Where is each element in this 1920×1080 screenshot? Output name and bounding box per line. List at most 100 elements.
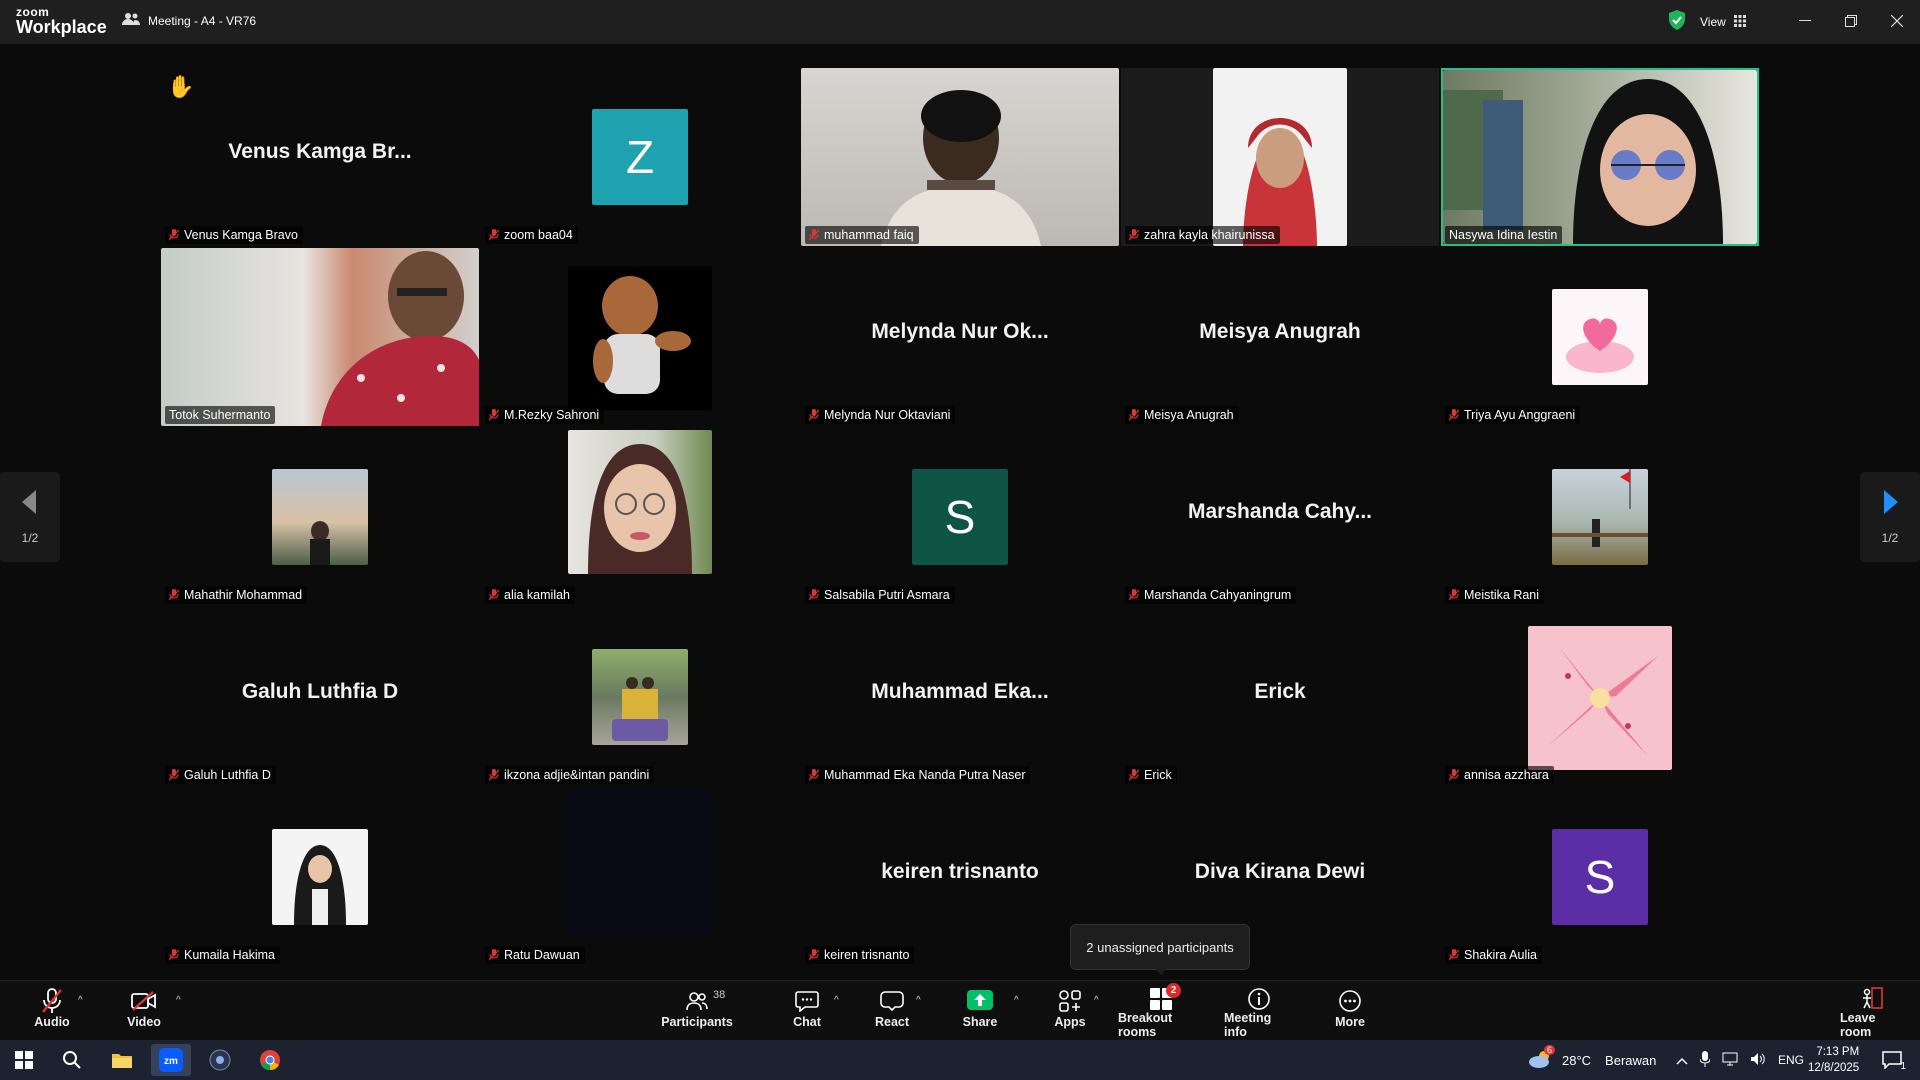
speaker-icon[interactable]	[1750, 1052, 1766, 1069]
minimize-button[interactable]	[1790, 8, 1820, 34]
participant-tile[interactable]: Ratu Dawuan	[481, 788, 799, 966]
name-tag: Triya Ayu Anggraeni	[1445, 406, 1581, 424]
mic-muted-icon	[1128, 409, 1140, 421]
participant-tile[interactable]: Muhammad Eka... Muhammad Eka Nanda Putra…	[801, 608, 1119, 786]
react-button[interactable]: React	[874, 987, 910, 1037]
share-options-caret-icon[interactable]: ^	[1014, 995, 1019, 1006]
security-shield-icon[interactable]	[1668, 10, 1686, 32]
participant-name: muhammad faiq	[824, 228, 914, 242]
participant-display-name: Meisya Anugrah	[1199, 320, 1361, 343]
video-options-caret-icon[interactable]: ^	[176, 995, 181, 1006]
audio-button[interactable]: Audio	[32, 987, 72, 1037]
name-tag: Salsabila Putri Asmara	[805, 586, 955, 604]
participant-tile[interactable]: S Salsabila Putri Asmara	[801, 428, 1119, 606]
video-feed	[1443, 70, 1757, 244]
mic-muted-icon	[1128, 589, 1140, 601]
participant-tile[interactable]: muhammad faiq	[801, 68, 1119, 246]
share-button[interactable]: Share	[962, 987, 998, 1037]
more-button[interactable]: More	[1334, 987, 1366, 1037]
network-icon[interactable]	[1722, 1052, 1738, 1069]
mic-muted-icon	[488, 769, 500, 781]
participant-name: ikzona adjie&intan pandini	[504, 768, 650, 782]
participant-name: zoom baa04	[504, 228, 573, 242]
name-tag: M.Rezky Sahroni	[485, 406, 605, 424]
meeting-info-button[interactable]: Meeting info	[1224, 987, 1294, 1039]
participant-tile[interactable]: ✋ Venus Kamga Br... Venus Kamga Bravo	[161, 68, 479, 246]
participant-tile[interactable]: alia kamilah	[481, 428, 799, 606]
maximize-button[interactable]	[1836, 8, 1866, 34]
mic-muted-icon	[1448, 409, 1460, 421]
participant-tile[interactable]: Meisya Anugrah Meisya Anugrah	[1121, 248, 1439, 426]
name-tag: Erick	[1125, 766, 1177, 784]
participant-tile[interactable]: ikzona adjie&intan pandini	[481, 608, 799, 786]
apps-button[interactable]: Apps	[1054, 987, 1086, 1037]
profile-picture	[1528, 626, 1672, 770]
participant-tile[interactable]: Mahathir Mohammad	[161, 428, 479, 606]
profile-picture	[592, 649, 688, 745]
participant-tile[interactable]: Melynda Nur Ok... Melynda Nur Oktaviani	[801, 248, 1119, 426]
active-speaker-tile[interactable]: Nasywa Idina Iestin	[1441, 68, 1759, 246]
title-bar: zoom Workplace Meeting - A4 - VR76 View	[0, 0, 1920, 44]
name-tag: zoom baa04	[485, 226, 578, 244]
mic-muted-icon	[488, 949, 500, 961]
view-button[interactable]: View	[1700, 10, 1746, 34]
participants-icon: 38	[683, 987, 725, 1015]
windows-start-icon[interactable]	[4, 1044, 44, 1076]
mic-muted-icon	[1448, 949, 1460, 961]
previous-page-button[interactable]: 1/2	[0, 472, 60, 562]
react-label: React	[874, 1015, 910, 1029]
breakout-rooms-button[interactable]: 2 Breakout rooms	[1118, 983, 1204, 1039]
name-tag: keiren trisnanto	[805, 946, 915, 964]
participant-tile[interactable]: Galuh Luthfia D Galuh Luthfia D	[161, 608, 479, 786]
language-indicator[interactable]: ENG	[1778, 1053, 1804, 1067]
chevron-up-icon[interactable]	[1676, 1053, 1688, 1068]
video-button[interactable]: Video	[124, 987, 164, 1037]
notification-count: 1	[1900, 1061, 1906, 1072]
participant-tile[interactable]: S Shakira Aulia	[1441, 788, 1759, 966]
avatar-letter: S	[944, 491, 976, 543]
participant-tile[interactable]: Erick Erick	[1121, 608, 1439, 786]
breakout-rooms-icon: 2	[1147, 983, 1181, 1011]
chat-button[interactable]: Chat	[790, 987, 824, 1037]
audio-options-caret-icon[interactable]: ^	[78, 995, 83, 1006]
heart-speech-icon	[878, 987, 906, 1015]
participant-tile[interactable]: Kumaila Hakima	[161, 788, 479, 966]
chevron-right-icon	[1882, 489, 1898, 517]
participant-name: Melynda Nur Oktaviani	[824, 408, 951, 422]
search-icon[interactable]	[52, 1044, 92, 1076]
participant-tile[interactable]: Marshanda Cahy... Marshanda Cahyaningrum	[1121, 428, 1439, 606]
name-tag: Venus Kamga Bravo	[165, 226, 303, 244]
leave-room-button[interactable]: Leave room	[1840, 987, 1904, 1039]
avatar-letter: Z	[625, 131, 655, 183]
clock[interactable]: 7:13 PM 12/8/2025	[1808, 1040, 1859, 1080]
participant-tile[interactable]: M.Rezky Sahroni	[481, 248, 799, 426]
participant-name: Mahathir Mohammad	[184, 588, 303, 602]
participant-tile[interactable]: Totok Suhermanto	[161, 248, 479, 426]
close-button[interactable]	[1882, 8, 1912, 34]
file-explorer-icon[interactable]	[102, 1044, 142, 1076]
notification-center-icon[interactable]: 1	[1872, 1044, 1912, 1076]
chrome-icon[interactable]	[250, 1044, 290, 1076]
weather-widget[interactable]: 6 28°C Berawan	[1528, 1040, 1656, 1080]
camera-app-icon[interactable]	[200, 1044, 240, 1076]
participant-tile[interactable]: Meistika Rani	[1441, 428, 1759, 606]
mic-muted-icon	[168, 589, 180, 601]
next-page-button[interactable]: 1/2	[1860, 472, 1920, 562]
participant-tile[interactable]: Z zoom baa04	[481, 68, 799, 246]
meeting-info-label: Meeting info	[1224, 1011, 1272, 1039]
participant-display-name: Erick	[1254, 680, 1306, 703]
react-options-caret-icon[interactable]: ^	[916, 995, 921, 1006]
apps-options-caret-icon[interactable]: ^	[1094, 995, 1099, 1006]
mic-muted-icon	[488, 409, 500, 421]
name-tag: zahra kayla khairunissa	[1125, 226, 1280, 244]
participant-name: keiren trisnanto	[824, 948, 910, 962]
participant-tile[interactable]: annisa azzhara	[1441, 608, 1759, 786]
chat-options-caret-icon[interactable]: ^	[834, 995, 839, 1006]
participants-button[interactable]: 38 Participants	[660, 987, 734, 1037]
participant-tile[interactable]: Triya Ayu Anggraeni	[1441, 248, 1759, 426]
participant-tile[interactable]: zahra kayla khairunissa	[1121, 68, 1439, 246]
participant-name: Salsabila Putri Asmara	[824, 588, 950, 602]
zoom-app-icon[interactable]: zm	[151, 1044, 191, 1076]
microphone-icon[interactable]	[1699, 1050, 1711, 1070]
mic-muted-icon	[808, 229, 820, 241]
